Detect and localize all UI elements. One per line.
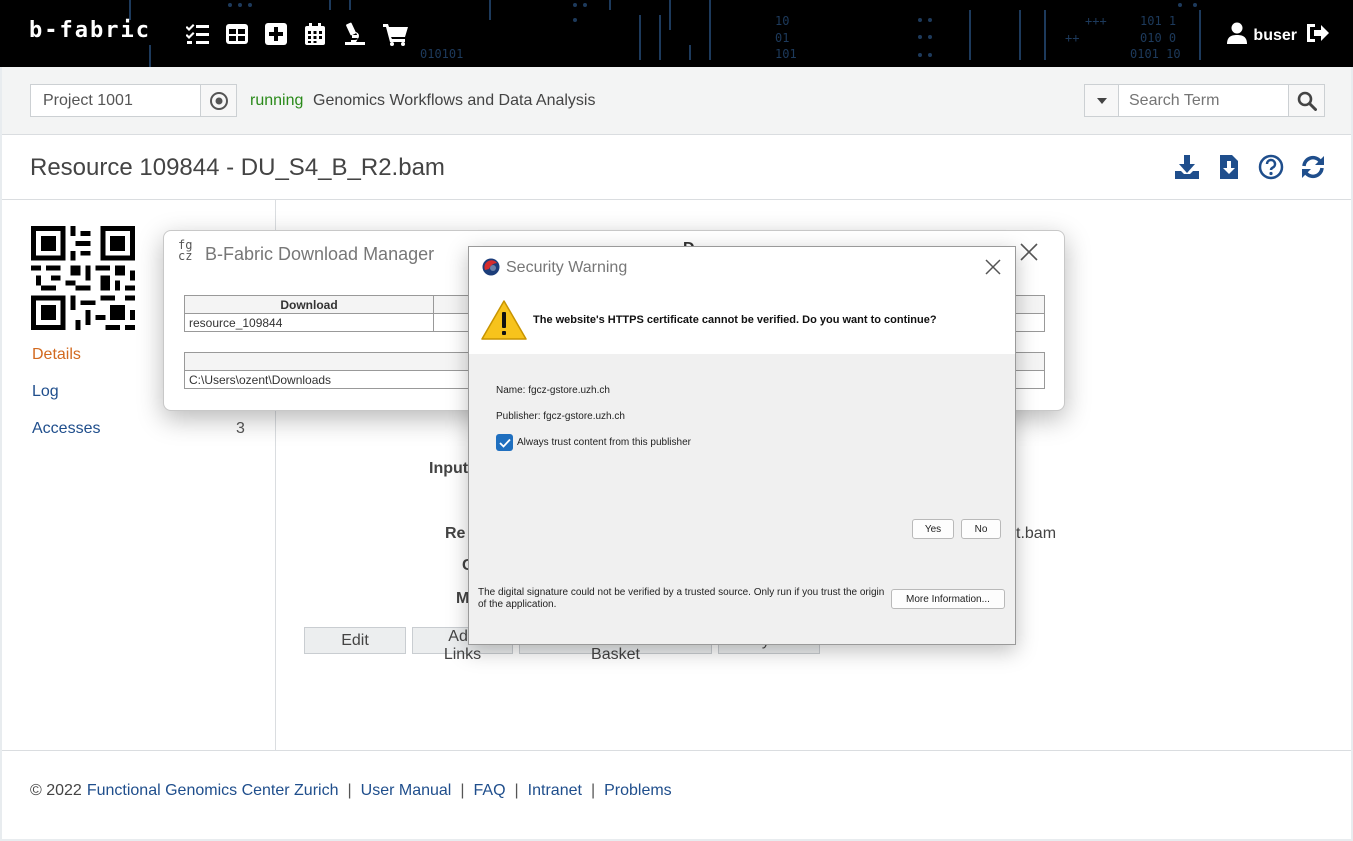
footer-link-faq[interactable]: FAQ bbox=[474, 782, 506, 800]
file-download-icon[interactable] bbox=[1215, 153, 1243, 181]
top-navbar: 010101 10 01 101 +++ ++ 101 1 010 0 0101 10 b… bbox=[0, 0, 1353, 67]
re-label: Re bbox=[445, 525, 466, 542]
more-information-button[interactable]: More Information... bbox=[891, 589, 1005, 609]
close-icon[interactable] bbox=[983, 257, 1003, 277]
footer-separator: | bbox=[460, 782, 465, 799]
project-status: running bbox=[250, 92, 304, 109]
search-button[interactable] bbox=[1288, 85, 1324, 116]
fgcz-logo: fg cz bbox=[178, 238, 193, 263]
publisher-name: Name: fgcz-gstore.uzh.ch bbox=[496, 385, 610, 396]
footer-link-problems[interactable]: Problems bbox=[604, 782, 672, 800]
footer-link-intranet[interactable]: Intranet bbox=[528, 782, 582, 800]
svg-text:10: 10 bbox=[775, 14, 789, 28]
svg-text:101: 101 bbox=[775, 47, 797, 61]
footer-link-center[interactable]: Functional Genomics Center Zurich bbox=[87, 782, 339, 800]
sidebar-item-log[interactable]: Log bbox=[32, 383, 59, 401]
sidebar-item-accesses[interactable]: Accesses bbox=[32, 420, 100, 438]
svg-text:01: 01 bbox=[775, 31, 789, 45]
svg-text:010 0: 010 0 bbox=[1140, 31, 1176, 45]
signature-warning-text: The digital signature could not be verif… bbox=[478, 587, 885, 610]
download-icon[interactable] bbox=[1173, 153, 1201, 181]
tasks-icon[interactable] bbox=[185, 22, 210, 46]
project-name[interactable]: Genomics Workflows and Data Analysis bbox=[313, 92, 595, 110]
security-warning-dialog: Security Warning The website's HTTPS cer… bbox=[468, 246, 1016, 645]
table-icon[interactable] bbox=[225, 22, 249, 46]
microscope-icon[interactable] bbox=[343, 22, 367, 46]
search-bar bbox=[1084, 84, 1325, 117]
project-field[interactable]: Project 1001 bbox=[31, 85, 201, 116]
edit-button[interactable]: Edit bbox=[304, 627, 406, 654]
dialog-title: B-Fabric Download Manager bbox=[205, 244, 435, 264]
qr-code bbox=[31, 226, 135, 330]
close-icon[interactable] bbox=[1018, 241, 1040, 263]
footer-link-manual[interactable]: User Manual bbox=[361, 782, 452, 800]
plus-square-icon[interactable] bbox=[264, 22, 288, 46]
warning-message: The website's HTTPS certificate cannot b… bbox=[533, 314, 937, 326]
copyright: © 2022 bbox=[30, 782, 82, 799]
search-icon bbox=[1297, 91, 1317, 111]
footer-separator: | bbox=[590, 782, 596, 799]
sidebar-item-details[interactable]: Details bbox=[32, 346, 81, 364]
svg-text:++: ++ bbox=[1065, 31, 1079, 45]
footer: © 2022 Functional Genomics Center Zurich… bbox=[2, 750, 1351, 839]
input-label: Input bbox=[429, 460, 469, 477]
svg-text:010101: 010101 bbox=[420, 47, 463, 61]
title-actions bbox=[1173, 153, 1327, 181]
user-icon bbox=[1227, 22, 1248, 49]
footer-separator: | bbox=[347, 782, 352, 799]
dialog-header: Security Warning The website's HTTPS cer… bbox=[469, 247, 1015, 354]
column-header-download: Download bbox=[184, 295, 434, 314]
project-target-button[interactable] bbox=[201, 85, 236, 116]
user-menu[interactable]: buser bbox=[1227, 22, 1329, 49]
trust-checkbox-label[interactable]: Always trust content from this publisher bbox=[517, 437, 691, 448]
brand-logo[interactable]: b-fabric bbox=[29, 18, 151, 43]
checkmark-icon bbox=[498, 438, 511, 448]
trust-checkbox[interactable] bbox=[496, 434, 513, 451]
help-icon[interactable] bbox=[1257, 153, 1285, 181]
publisher-line: Publisher: fgcz-gstore.uzh.ch bbox=[496, 411, 625, 422]
dialog-title: Security Warning bbox=[506, 259, 628, 276]
page-title: Resource 109844 - DU_S4_B_R2.bam bbox=[30, 154, 445, 181]
search-input[interactable] bbox=[1119, 85, 1288, 116]
refresh-icon[interactable] bbox=[1299, 153, 1327, 181]
username-label: buser bbox=[1253, 26, 1297, 44]
logout-icon[interactable] bbox=[1305, 22, 1329, 49]
svg-text:0101 10: 0101 10 bbox=[1130, 47, 1181, 61]
calendar-icon[interactable] bbox=[303, 22, 327, 46]
svg-text:+++: +++ bbox=[1085, 14, 1107, 28]
accesses-count: 3 bbox=[236, 420, 245, 437]
no-button[interactable]: No bbox=[961, 519, 1001, 539]
svg-text:101 1: 101 1 bbox=[1140, 14, 1176, 28]
footer-separator: | bbox=[514, 782, 519, 799]
resource-value-partial: t.bam bbox=[1016, 525, 1057, 542]
resource-cell: resource_109844 bbox=[184, 313, 434, 332]
java-app-icon bbox=[481, 257, 501, 282]
title-bar: Resource 109844 - DU_S4_B_R2.bam bbox=[2, 135, 1351, 200]
search-type-dropdown[interactable] bbox=[1085, 85, 1119, 116]
yes-button[interactable]: Yes bbox=[912, 519, 954, 539]
caret-down-icon bbox=[1096, 97, 1107, 104]
cart-icon[interactable] bbox=[383, 22, 408, 46]
warning-icon bbox=[480, 299, 528, 346]
project-bar: Project 1001 running Genomics Workflows … bbox=[2, 67, 1351, 135]
project-selector[interactable]: Project 1001 bbox=[30, 84, 237, 117]
target-icon bbox=[209, 91, 228, 110]
